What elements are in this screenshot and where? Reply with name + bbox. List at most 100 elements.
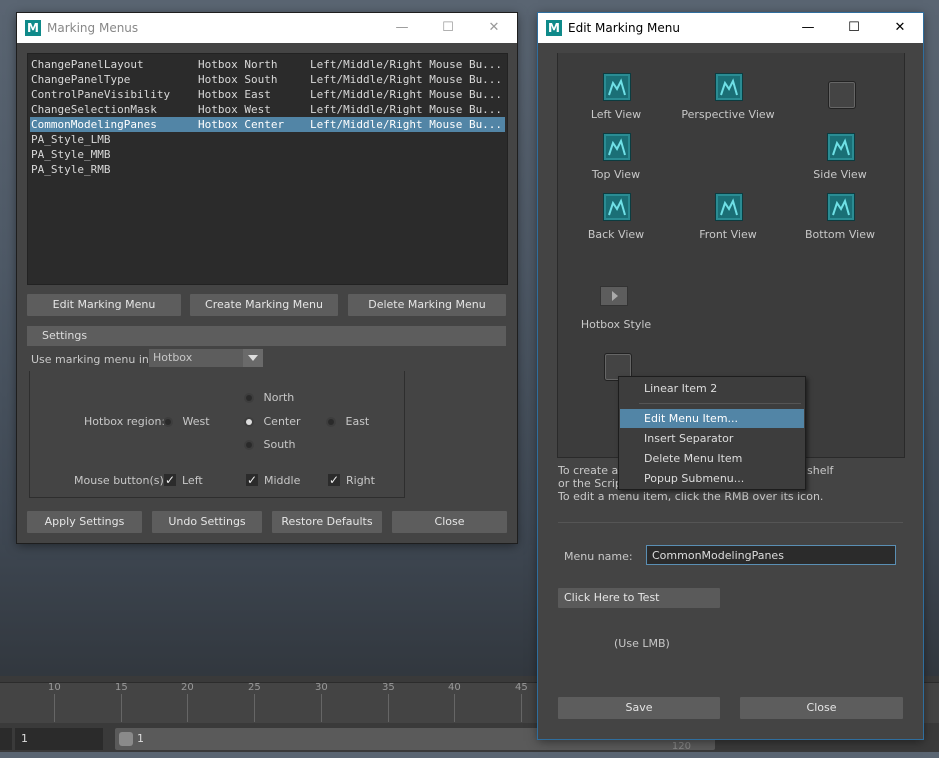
list-item[interactable]: ChangePanelType Hotbox South Left/Middle/R…: [30, 72, 505, 87]
menu-trigger: Left/Middle/Right Mouse Bu...: [310, 88, 503, 101]
timeline-tick: [454, 694, 455, 722]
region-center-radio[interactable]: Center: [246, 415, 301, 428]
range-handle[interactable]: [119, 732, 133, 746]
marking-menus-window: M Marking Menus — ☐ ✕ ChangePanelLayout H…: [17, 13, 517, 543]
timeline-tick-label: 40: [448, 682, 461, 693]
bottom-view-icon[interactable]: [827, 193, 855, 221]
current-frame-value: 1: [21, 732, 28, 745]
menu-location: Hotbox West: [198, 103, 271, 116]
help-text-line-3: To edit a menu item, click the RMB over …: [558, 490, 824, 503]
timeline-tick: [321, 694, 322, 722]
menu-location: Hotbox South: [198, 73, 278, 86]
marking-menus-titlebar[interactable]: M Marking Menus — ☐ ✕: [17, 13, 517, 43]
hotbox-style-submenu-icon[interactable]: [600, 286, 628, 306]
empty-slot-northeast[interactable]: [828, 81, 856, 109]
timeline-tick-label: 25: [248, 682, 261, 693]
hotbox-region-label: Hotbox region:: [84, 415, 166, 428]
list-item[interactable]: PA_Style_MMB: [30, 147, 505, 162]
list-item[interactable]: PA_Style_RMB: [30, 162, 505, 177]
use-in-value: Hotbox: [153, 351, 193, 364]
list-item[interactable]: ControlPaneVisibility Hotbox East Left/Mid…: [30, 87, 505, 102]
menu-location: Hotbox East: [198, 88, 271, 101]
region-west-radio[interactable]: West: [165, 415, 210, 428]
close-button[interactable]: Close: [392, 511, 507, 533]
region-south-radio[interactable]: South: [246, 438, 295, 451]
top-view-icon[interactable]: [603, 133, 631, 161]
side-view-icon[interactable]: [827, 133, 855, 161]
close-window-button[interactable]: ✕: [471, 13, 517, 43]
popup-submenu-option[interactable]: Popup Submenu...: [620, 469, 804, 488]
back-view-icon[interactable]: [603, 193, 631, 221]
middle-button-checkbox[interactable]: ✓: [246, 474, 258, 486]
current-frame-field[interactable]: 1: [15, 728, 103, 750]
restore-defaults-button[interactable]: Restore Defaults: [272, 511, 382, 533]
settings-section-header[interactable]: Settings: [27, 326, 506, 346]
window-title: Marking Menus: [47, 21, 139, 35]
divider: [558, 522, 903, 523]
menu-name-input[interactable]: CommonModelingPanes: [646, 545, 896, 565]
help-text-tail: shelf: [807, 464, 834, 477]
chevron-down-icon: [243, 349, 263, 367]
close-window-button[interactable]: ✕: [877, 13, 923, 43]
hotbox-style-label: Hotbox Style: [580, 318, 652, 331]
insert-separator-option[interactable]: Insert Separator: [620, 429, 804, 448]
use-in-dropdown[interactable]: Hotbox: [149, 349, 263, 367]
radio-label: South: [263, 438, 296, 451]
radio-dot: [246, 395, 252, 401]
create-marking-menu-button[interactable]: Create Marking Menu: [190, 294, 338, 316]
use-in-label: Use marking menu in:: [31, 353, 153, 366]
item-context-menu: Linear Item 2 Edit Menu Item... Insert S…: [618, 376, 806, 490]
right-button-label: Right: [346, 474, 375, 487]
menu-trigger: Left/Middle/Right Mouse Bu...: [310, 103, 503, 116]
region-east-radio[interactable]: East: [328, 415, 369, 428]
radio-label: East: [345, 415, 370, 428]
start-frame-field[interactable]: [0, 728, 12, 750]
minimize-button[interactable]: —: [379, 13, 425, 43]
edit-marking-menu-button[interactable]: Edit Marking Menu: [27, 294, 181, 316]
timeline-tick: [388, 694, 389, 722]
bottom-view-label: Bottom View: [805, 228, 875, 241]
radio-label: West: [182, 415, 210, 428]
region-north-radio[interactable]: North: [246, 391, 294, 404]
side-view-label: Side View: [813, 168, 867, 181]
apply-settings-button[interactable]: Apply Settings: [27, 511, 142, 533]
menu-name: CommonModelingPanes: [31, 118, 157, 131]
left-button-checkbox[interactable]: ✓: [164, 474, 176, 486]
undo-settings-button[interactable]: Undo Settings: [152, 511, 262, 533]
menu-name-label: Menu name:: [564, 550, 633, 563]
list-item[interactable]: ChangePanelLayout Hotbox North Left/Middle…: [30, 57, 505, 72]
delete-menu-item-option[interactable]: Delete Menu Item: [620, 449, 804, 468]
left-view-icon[interactable]: [603, 73, 631, 101]
radio-dot-selected: [246, 419, 252, 425]
list-item[interactable]: ChangeSelectionMask Hotbox West Left/Middl…: [30, 102, 505, 117]
maximize-button[interactable]: ☐: [831, 13, 877, 43]
maya-app-icon: M: [546, 20, 562, 36]
perspective-view-icon[interactable]: [715, 73, 743, 101]
click-here-to-test-button[interactable]: Click Here to Test: [558, 588, 720, 608]
marking-menu-list[interactable]: ChangePanelLayout Hotbox North Left/Middle…: [27, 53, 508, 285]
timeline-tick: [54, 694, 55, 722]
menu-location: Hotbox Center: [198, 118, 285, 131]
right-button-checkbox[interactable]: ✓: [328, 474, 340, 486]
timeline-tick-label: 15: [115, 682, 128, 693]
front-view-icon[interactable]: [715, 193, 743, 221]
delete-marking-menu-button[interactable]: Delete Marking Menu: [348, 294, 506, 316]
edit-marking-menu-titlebar[interactable]: M Edit Marking Menu — ☐ ✕: [538, 13, 923, 43]
middle-button-label: Middle: [264, 474, 301, 487]
maya-app-icon: M: [25, 20, 41, 36]
maximize-button[interactable]: ☐: [425, 13, 471, 43]
top-view-label: Top View: [591, 168, 641, 181]
list-item[interactable]: PA_Style_LMB: [30, 132, 505, 147]
window-title: Edit Marking Menu: [568, 21, 680, 35]
save-button[interactable]: Save: [558, 697, 720, 719]
menu-separator: [639, 403, 801, 404]
help-text-line-2: or the Script: [558, 477, 627, 490]
edit-menu-item-option[interactable]: Edit Menu Item...: [620, 409, 804, 428]
close-button[interactable]: Close: [740, 697, 903, 719]
menu-name: ChangeSelectionMask: [31, 103, 157, 116]
radio-label: Center: [263, 415, 301, 428]
list-item-selected[interactable]: CommonModelingPanes Hotbox Center Left/Mid…: [30, 117, 505, 132]
timeline-tick-label: 30: [315, 682, 328, 693]
minimize-button[interactable]: —: [785, 13, 831, 43]
menu-name: ChangePanelType: [31, 73, 131, 86]
